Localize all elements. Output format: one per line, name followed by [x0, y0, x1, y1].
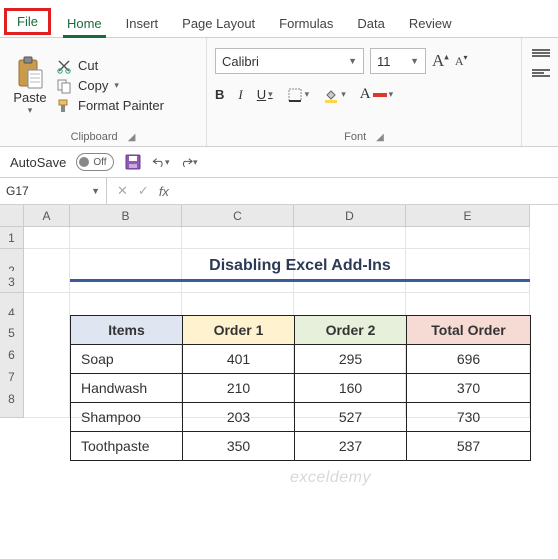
tab-page-layout[interactable]: Page Layout: [170, 10, 267, 37]
font-name-value: Calibri: [222, 54, 259, 69]
underline-button[interactable]: U▾: [257, 87, 273, 102]
clipboard-group-label: Clipboard: [71, 131, 118, 143]
align-top-button[interactable]: [532, 48, 550, 58]
table-cell[interactable]: 370: [407, 374, 531, 403]
font-size-select[interactable]: 11 ▼: [370, 48, 426, 74]
redo-button[interactable]: ▾: [180, 153, 198, 171]
table-cell[interactable]: 401: [183, 345, 295, 374]
copy-button[interactable]: Copy ▾: [56, 78, 164, 94]
fill-color-button[interactable]: ▾: [323, 87, 346, 103]
table-cell[interactable]: 587: [407, 432, 531, 461]
dialog-launcher-icon[interactable]: ◢: [128, 132, 136, 143]
formula-bar: G17 ▼ ✕ ✓ fx: [0, 178, 558, 205]
align-left-button[interactable]: [532, 68, 550, 78]
tab-home[interactable]: Home: [55, 10, 114, 37]
decrease-font-button[interactable]: A▾: [455, 53, 468, 69]
cancel-icon[interactable]: ✕: [117, 183, 128, 199]
table-cell[interactable]: Soap: [71, 345, 183, 374]
chevron-down-icon: ▾: [28, 105, 33, 116]
table-cell[interactable]: 160: [295, 374, 407, 403]
bold-button[interactable]: B: [215, 87, 224, 102]
font-name-select[interactable]: Calibri ▼: [215, 48, 364, 74]
fx-icon[interactable]: fx: [159, 184, 169, 199]
font-color-button[interactable]: A ▾: [360, 86, 393, 103]
tab-review[interactable]: Review: [397, 10, 464, 37]
ribbon-tabs: File Home Insert Page Layout Formulas Da…: [0, 0, 558, 38]
tab-insert[interactable]: Insert: [114, 10, 171, 37]
table-cell[interactable]: 527: [295, 403, 407, 432]
paste-button[interactable]: Paste ▾: [8, 42, 52, 129]
undo-button[interactable]: ▾: [152, 153, 170, 171]
chevron-down-icon: ▾: [114, 80, 119, 91]
cut-button[interactable]: Cut: [56, 58, 164, 74]
tab-data[interactable]: Data: [345, 10, 396, 37]
tab-formulas[interactable]: Formulas: [267, 10, 345, 37]
watermark: exceldemy: [290, 469, 371, 487]
cut-label: Cut: [78, 58, 98, 73]
enter-icon[interactable]: ✓: [138, 183, 149, 199]
table-cell[interactable]: 237: [295, 432, 407, 461]
italic-button[interactable]: I: [238, 87, 242, 103]
header-order1: Order 1: [183, 316, 295, 345]
chevron-down-icon: ▼: [91, 186, 100, 196]
increase-font-button[interactable]: A▴: [432, 51, 449, 71]
dialog-launcher-icon[interactable]: ◢: [376, 132, 384, 143]
format-painter-label: Format Painter: [78, 98, 164, 113]
table-cell[interactable]: 730: [407, 403, 531, 432]
autosave-label: AutoSave: [10, 155, 66, 170]
autosave-toggle[interactable]: Off: [76, 153, 113, 171]
data-table: Items Order 1 Order 2 Total Order Soap40…: [70, 315, 531, 461]
ribbon: Paste ▾ Cut Copy ▾ Format Painter: [0, 38, 558, 147]
table-cell[interactable]: 295: [295, 345, 407, 374]
header-total: Total Order: [407, 316, 531, 345]
sheet-title: Disabling Excel Add-Ins: [70, 257, 530, 282]
tab-file[interactable]: File: [4, 8, 51, 35]
group-alignment: [522, 38, 558, 146]
table-cell[interactable]: Shampoo: [71, 403, 183, 432]
format-painter-button[interactable]: Format Painter: [56, 98, 164, 114]
table-cell[interactable]: 696: [407, 345, 531, 374]
group-clipboard: Paste ▾ Cut Copy ▾ Format Painter: [0, 38, 207, 146]
table-cell[interactable]: Toothpaste: [71, 432, 183, 461]
copy-label: Copy: [78, 78, 108, 93]
table-cell[interactable]: 210: [183, 374, 295, 403]
table-cell[interactable]: Handwash: [71, 374, 183, 403]
table-cell[interactable]: 203: [183, 403, 295, 432]
font-size-value: 11: [377, 54, 391, 69]
save-button[interactable]: [124, 153, 142, 171]
borders-button[interactable]: ▾: [287, 87, 310, 103]
chevron-down-icon: ▼: [410, 56, 419, 66]
header-order2: Order 2: [295, 316, 407, 345]
table-cell[interactable]: 350: [183, 432, 295, 461]
chevron-down-icon: ▼: [348, 56, 357, 66]
paste-label: Paste: [13, 90, 46, 105]
name-box[interactable]: G17 ▼: [0, 178, 107, 204]
header-items: Items: [71, 316, 183, 345]
font-group-label: Font: [344, 131, 366, 143]
quick-access-toolbar: AutoSave Off ▾ ▾: [0, 147, 558, 178]
group-font: Calibri ▼ 11 ▼ A▴ A▾ B I U▾ ▾ ▾: [207, 38, 522, 146]
name-box-value: G17: [6, 184, 29, 198]
